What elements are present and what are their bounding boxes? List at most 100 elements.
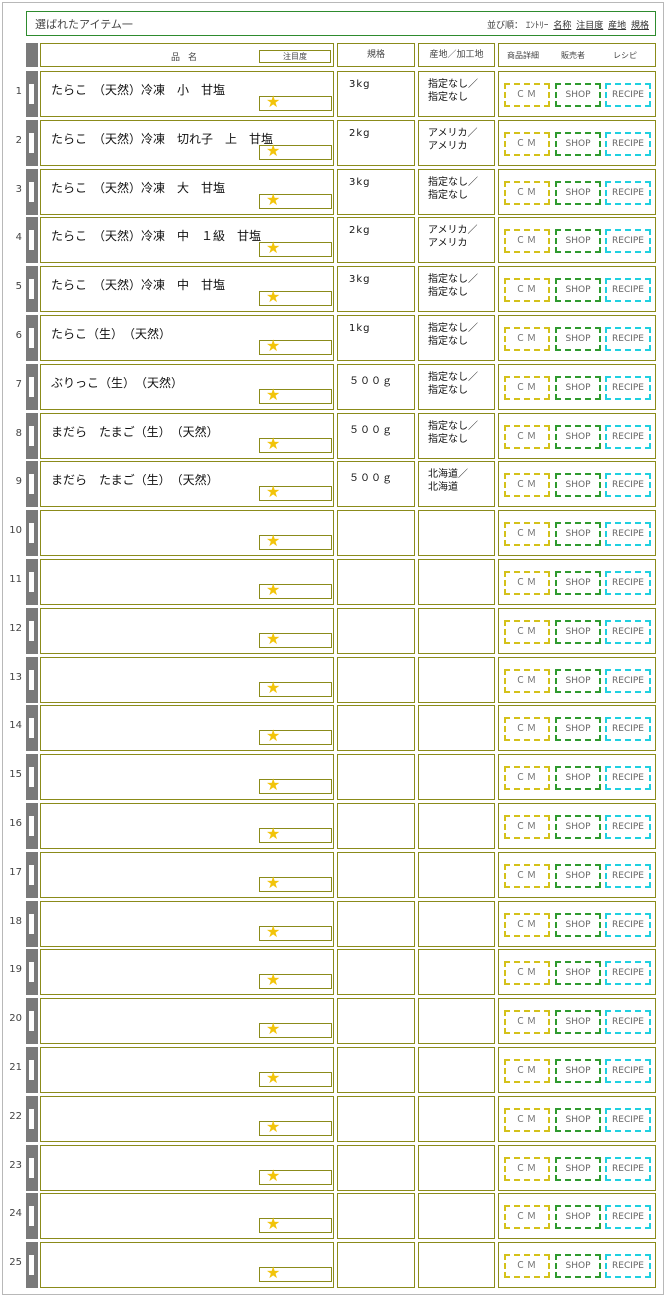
shop-button[interactable]: SHOP [555, 961, 601, 985]
recipe-button[interactable]: RECIPE [605, 181, 651, 205]
recipe-button[interactable]: RECIPE [605, 83, 651, 107]
row-select-handle[interactable] [26, 217, 38, 263]
recipe-button[interactable]: RECIPE [605, 1205, 651, 1229]
recipe-button[interactable]: RECIPE [605, 376, 651, 400]
attention-rating[interactable]: ★ [259, 581, 332, 599]
row-select-handle[interactable] [26, 901, 38, 947]
shop-button[interactable]: SHOP [555, 571, 601, 595]
row-select-handle[interactable] [26, 657, 38, 703]
cm-button[interactable]: ＣＭ [504, 278, 550, 302]
shop-button[interactable]: SHOP [555, 522, 601, 546]
recipe-button[interactable]: RECIPE [605, 327, 651, 351]
cm-button[interactable]: ＣＭ [504, 961, 550, 985]
attention-rating[interactable]: ★ [259, 532, 332, 550]
shop-button[interactable]: SHOP [555, 1059, 601, 1083]
shop-button[interactable]: SHOP [555, 913, 601, 937]
cm-button[interactable]: ＣＭ [504, 1205, 550, 1229]
cm-button[interactable]: ＣＭ [504, 1010, 550, 1034]
cm-button[interactable]: ＣＭ [504, 473, 550, 497]
sort-by-name-link[interactable]: 名称 [553, 21, 571, 31]
shop-button[interactable]: SHOP [555, 181, 601, 205]
recipe-button[interactable]: RECIPE [605, 961, 651, 985]
sort-by-origin-link[interactable]: 産地 [608, 21, 626, 31]
attention-rating[interactable]: ★ [259, 971, 332, 989]
recipe-button[interactable]: RECIPE [605, 717, 651, 741]
row-select-handle[interactable] [26, 510, 38, 556]
row-select-handle[interactable] [26, 608, 38, 654]
attention-rating[interactable]: ★ [259, 386, 332, 404]
attention-rating[interactable]: ★ [259, 776, 332, 794]
recipe-button[interactable]: RECIPE [605, 132, 651, 156]
recipe-button[interactable]: RECIPE [605, 766, 651, 790]
recipe-button[interactable]: RECIPE [605, 229, 651, 253]
cm-button[interactable]: ＣＭ [504, 376, 550, 400]
attention-rating[interactable]: ★ [259, 1118, 332, 1136]
cm-button[interactable]: ＣＭ [504, 425, 550, 449]
cm-button[interactable]: ＣＭ [504, 766, 550, 790]
shop-button[interactable]: SHOP [555, 864, 601, 888]
row-select-handle[interactable] [26, 169, 38, 215]
shop-button[interactable]: SHOP [555, 425, 601, 449]
cm-button[interactable]: ＣＭ [504, 229, 550, 253]
attention-rating[interactable]: ★ [259, 1020, 332, 1038]
row-select-handle[interactable] [26, 1193, 38, 1239]
sort-by-spec-link[interactable]: 規格 [631, 21, 649, 31]
attention-rating[interactable]: ★ [259, 483, 332, 501]
recipe-button[interactable]: RECIPE [605, 278, 651, 302]
cm-button[interactable]: ＣＭ [504, 864, 550, 888]
recipe-button[interactable]: RECIPE [605, 1010, 651, 1034]
cm-button[interactable]: ＣＭ [504, 1108, 550, 1132]
cm-button[interactable]: ＣＭ [504, 571, 550, 595]
row-select-handle[interactable] [26, 413, 38, 459]
row-select-handle[interactable] [26, 803, 38, 849]
attention-rating[interactable]: ★ [259, 435, 332, 453]
recipe-button[interactable]: RECIPE [605, 571, 651, 595]
row-select-handle[interactable] [26, 1145, 38, 1191]
recipe-button[interactable]: RECIPE [605, 1254, 651, 1278]
recipe-button[interactable]: RECIPE [605, 1108, 651, 1132]
row-select-handle[interactable] [26, 266, 38, 312]
shop-button[interactable]: SHOP [555, 278, 601, 302]
shop-button[interactable]: SHOP [555, 327, 601, 351]
shop-button[interactable]: SHOP [555, 669, 601, 693]
shop-button[interactable]: SHOP [555, 1108, 601, 1132]
shop-button[interactable]: SHOP [555, 1010, 601, 1034]
cm-button[interactable]: ＣＭ [504, 717, 550, 741]
row-select-handle[interactable] [26, 315, 38, 361]
cm-button[interactable]: ＣＭ [504, 522, 550, 546]
sort-by-attention-link[interactable]: 注目度 [576, 21, 603, 31]
row-select-handle[interactable] [26, 1242, 38, 1288]
shop-button[interactable]: SHOP [555, 473, 601, 497]
shop-button[interactable]: SHOP [555, 620, 601, 644]
recipe-button[interactable]: RECIPE [605, 864, 651, 888]
row-select-handle[interactable] [26, 71, 38, 117]
row-select-handle[interactable] [26, 949, 38, 995]
attention-rating[interactable]: ★ [259, 825, 332, 843]
row-select-handle[interactable] [26, 1096, 38, 1142]
recipe-button[interactable]: RECIPE [605, 1059, 651, 1083]
attention-rating[interactable]: ★ [259, 288, 332, 306]
recipe-button[interactable]: RECIPE [605, 473, 651, 497]
attention-rating[interactable]: ★ [259, 630, 332, 648]
attention-rating[interactable]: ★ [259, 727, 332, 745]
shop-button[interactable]: SHOP [555, 376, 601, 400]
attention-rating[interactable]: ★ [259, 1069, 332, 1087]
shop-button[interactable]: SHOP [555, 1157, 601, 1181]
attention-rating[interactable]: ★ [259, 239, 332, 257]
row-select-handle[interactable] [26, 998, 38, 1044]
shop-button[interactable]: SHOP [555, 1254, 601, 1278]
attention-rating[interactable]: ★ [259, 1167, 332, 1185]
attention-rating[interactable]: ★ [259, 142, 332, 160]
shop-button[interactable]: SHOP [555, 717, 601, 741]
row-select-handle[interactable] [26, 852, 38, 898]
cm-button[interactable]: ＣＭ [504, 327, 550, 351]
recipe-button[interactable]: RECIPE [605, 1157, 651, 1181]
recipe-button[interactable]: RECIPE [605, 913, 651, 937]
cm-button[interactable]: ＣＭ [504, 1059, 550, 1083]
recipe-button[interactable]: RECIPE [605, 669, 651, 693]
shop-button[interactable]: SHOP [555, 83, 601, 107]
attention-rating[interactable]: ★ [259, 923, 332, 941]
attention-rating[interactable]: ★ [259, 1264, 332, 1282]
row-select-handle[interactable] [26, 705, 38, 751]
recipe-button[interactable]: RECIPE [605, 620, 651, 644]
